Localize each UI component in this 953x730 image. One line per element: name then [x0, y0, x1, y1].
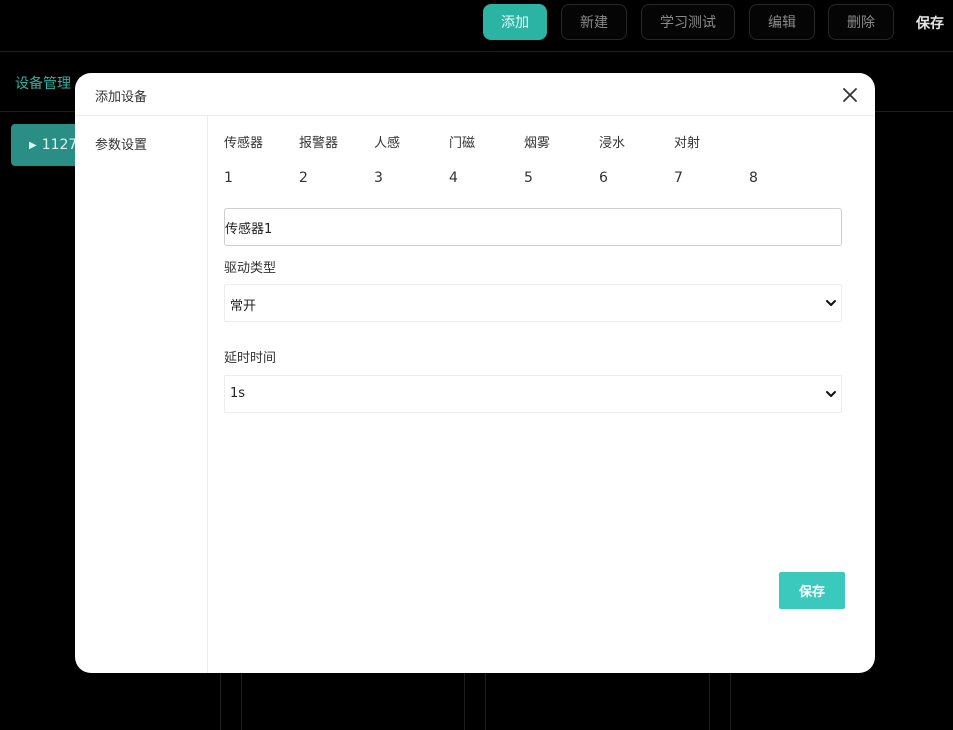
channel-number[interactable]: 7 [674, 170, 683, 186]
nav-device-management[interactable]: 设备管理 [15, 73, 71, 93]
dialog-sidebar: 参数设置 [75, 116, 208, 673]
panel-divider [709, 673, 710, 730]
drive-type-select[interactable]: 常开 [224, 284, 842, 322]
toolbar-save-button[interactable]: 保存 [916, 13, 944, 33]
panel-divider [730, 673, 731, 730]
device-name-input[interactable] [224, 208, 842, 246]
drive-type-value: 常开 [230, 299, 257, 314]
tab-sensor[interactable]: 传感器 [224, 132, 263, 151]
tab-smoke[interactable]: 烟雾 [524, 132, 550, 151]
chevron-down-icon [826, 300, 836, 306]
new-button[interactable]: 新建 [561, 4, 627, 40]
channel-number[interactable]: 4 [449, 170, 458, 186]
caret-right-icon: ▶ [29, 139, 37, 151]
learn-test-button[interactable]: 学习测试 [641, 4, 735, 40]
panel-divider [464, 673, 465, 730]
delay-time-select[interactable]: 1s [224, 375, 842, 413]
drive-type-label: 驱动类型 [224, 261, 277, 276]
delay-time-value: 1s [230, 386, 246, 401]
channel-number[interactable]: 1 [224, 170, 233, 186]
save-button[interactable]: 保存 [779, 572, 845, 609]
add-device-dialog: 添加设备 参数设置 传感器 报警器 人感 门磁 烟雾 浸水 对射 1 2 3 4… [75, 73, 875, 673]
tab-beam[interactable]: 对射 [674, 132, 700, 151]
panel-divider [485, 673, 486, 730]
tab-water-leak[interactable]: 浸水 [599, 132, 625, 151]
tab-alarm[interactable]: 报警器 [299, 132, 338, 151]
panel-divider [241, 673, 242, 730]
channel-number[interactable]: 2 [299, 170, 308, 186]
chevron-down-icon [826, 391, 836, 397]
channel-number[interactable]: 8 [749, 170, 758, 186]
dialog-header: 添加设备 [75, 73, 875, 116]
edit-button[interactable]: 编辑 [749, 4, 815, 40]
channel-number[interactable]: 5 [524, 170, 533, 186]
sidebar-item-parameter-settings[interactable]: 参数设置 [95, 134, 147, 153]
channel-number[interactable]: 3 [374, 170, 383, 186]
delete-button[interactable]: 删除 [828, 4, 894, 40]
channel-number[interactable]: 6 [599, 170, 608, 186]
add-button[interactable]: 添加 [483, 4, 547, 40]
close-icon[interactable] [841, 86, 859, 104]
delay-time-label: 延时时间 [224, 351, 277, 366]
tab-door-contact[interactable]: 门磁 [449, 132, 475, 151]
dialog-title: 添加设备 [95, 90, 148, 105]
panel-divider [220, 673, 221, 730]
device-item-label: 1127 [41, 137, 78, 153]
tab-motion[interactable]: 人感 [374, 132, 400, 151]
top-toolbar: 添加 新建 学习测试 编辑 删除 保存 [0, 0, 953, 52]
